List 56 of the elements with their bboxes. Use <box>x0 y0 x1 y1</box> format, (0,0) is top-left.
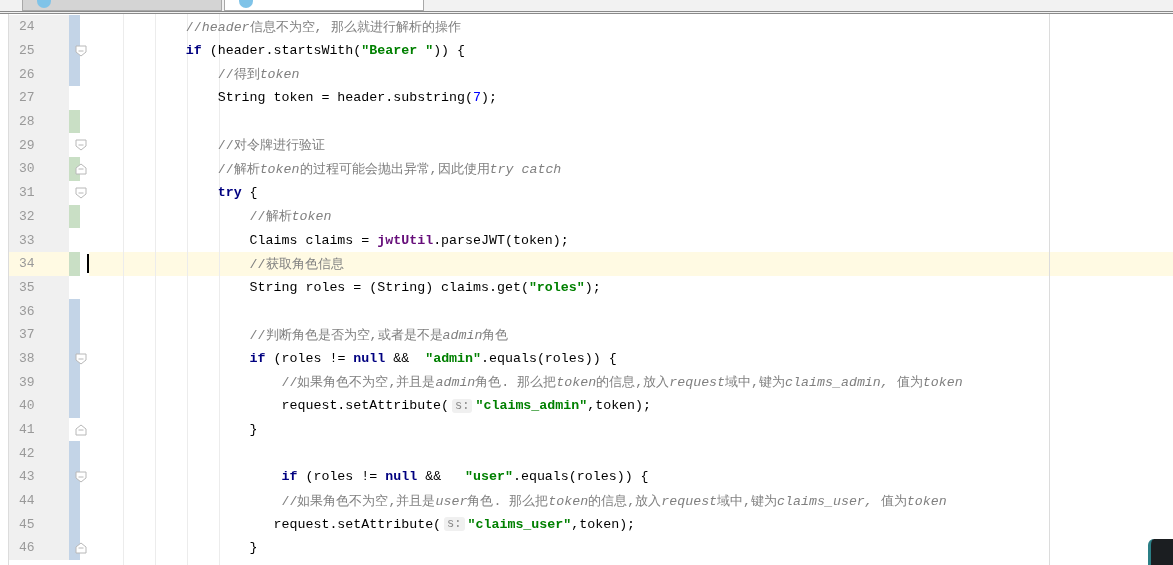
line-number: 30 <box>19 161 35 177</box>
parameter-hint: s: <box>444 517 465 532</box>
fold-icon[interactable] <box>75 542 87 555</box>
line-number: 27 <box>19 90 35 106</box>
code-comment: //获取角色信息 <box>248 255 344 273</box>
code-line: try { <box>216 185 258 201</box>
code-line: String token = header.substring(7); <box>216 90 497 106</box>
line-number: 42 <box>19 445 35 461</box>
line-number: 28 <box>19 114 35 130</box>
code-comment: //得到token <box>216 66 300 84</box>
fold-icon[interactable] <box>75 139 87 152</box>
line-number: 33 <box>19 232 35 248</box>
code-line: String roles = (String) claims.get("roles"); <box>248 279 601 295</box>
fold-icon[interactable] <box>75 471 87 484</box>
line-number: 45 <box>19 516 35 532</box>
line-number: 41 <box>19 422 35 438</box>
line-number: 40 <box>19 398 35 414</box>
line-number: 34 <box>19 256 35 272</box>
code-line: if (roles != null && "admin".equals(roles)) { <box>248 350 617 366</box>
fold-icon[interactable] <box>75 352 87 365</box>
code-comment: //如果角色不为空,并且是admin角色. 那么把token的信息,放入request域中,键为claims_admin, 值为token <box>280 374 963 392</box>
line-number: 31 <box>19 185 35 201</box>
line-number: 29 <box>19 137 35 153</box>
line-number: 44 <box>19 493 35 509</box>
line-number: 43 <box>19 469 35 485</box>
code-line: } <box>248 422 258 438</box>
code-line: request.setAttribute( <box>272 516 442 532</box>
fold-icon[interactable] <box>75 44 87 57</box>
fold-icon[interactable] <box>75 163 87 176</box>
line-number: 38 <box>19 350 35 366</box>
code-comment: //判断角色是否为空,或者是不是admin角色 <box>248 326 509 344</box>
line-number: 39 <box>19 374 35 390</box>
line-number: 36 <box>19 303 35 319</box>
line-number: 26 <box>19 66 35 82</box>
line-number: 35 <box>19 279 35 295</box>
line-number: 25 <box>19 43 35 59</box>
code-comment: //如果角色不为空,并且是user角色. 那么把token的信息,放入request域中,键为claims_user, 值为token <box>280 492 947 510</box>
line-number: 37 <box>19 327 35 343</box>
code-comment: //对令牌进行验证 <box>216 137 325 155</box>
code-comment: //header信息不为空, 那么就进行解析的操作 <box>184 18 461 36</box>
code-comment: //解析token的过程可能会抛出异常,因此使用try catch <box>216 160 562 178</box>
fold-icon[interactable] <box>75 423 87 436</box>
line-number: 46 <box>19 540 35 556</box>
fold-icon[interactable] <box>75 186 87 199</box>
code-line: "claims_user",token); <box>467 516 636 532</box>
code-line: request.setAttribute( <box>280 398 450 414</box>
code-comment: //解析token <box>248 208 332 226</box>
line-number: 32 <box>19 208 35 224</box>
text-caret <box>87 253 89 273</box>
code-line: Claims claims = jwtUtil.parseJWT(token); <box>248 232 569 248</box>
line-number: 24 <box>19 19 35 35</box>
code-line: "claims_admin",token); <box>475 398 652 414</box>
code-line: if (roles != null && "user".equals(roles)) { <box>280 469 649 485</box>
code-line: if (header.startsWith("Bearer ")) { <box>184 43 466 59</box>
parameter-hint: s: <box>452 398 473 413</box>
code-line: } <box>248 540 258 556</box>
